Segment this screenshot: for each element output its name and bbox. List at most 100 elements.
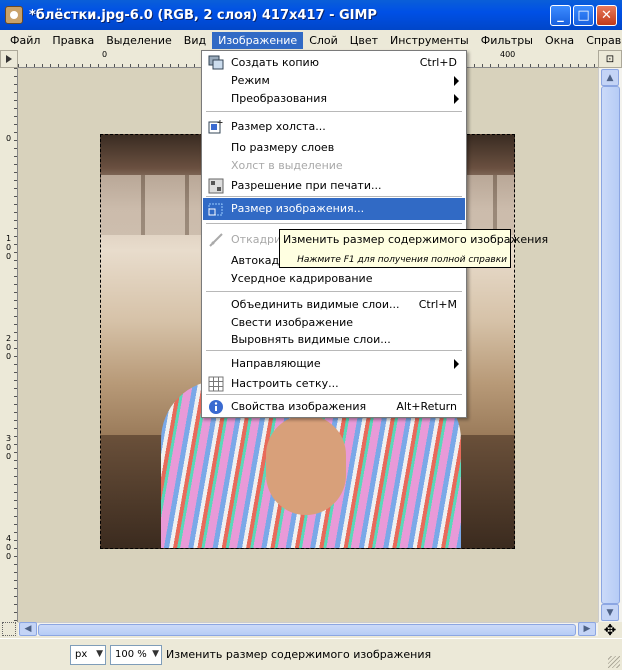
- menu-separator: [206, 350, 462, 351]
- menu-item-label: Размер изображения...: [231, 202, 365, 215]
- menu-item-label: Объединить видимые слои...: [231, 298, 400, 311]
- menu-item-print-size[interactable]: Разрешение при печати...: [203, 177, 465, 195]
- window-title: *блёстки.jpg-6.0 (RGB, 2 слоя) 417x417 -…: [29, 7, 377, 23]
- image-child-hands: [266, 415, 346, 515]
- menu-item-shortcut: Alt+Return: [396, 400, 457, 413]
- menu-help[interactable]: Справка: [580, 32, 622, 49]
- tooltip-text: Изменить размер содержимого изображения: [283, 233, 549, 246]
- menu-image[interactable]: Изображение: [212, 31, 304, 49]
- resize-grip[interactable]: [608, 656, 620, 668]
- ruler-corner-menu-button[interactable]: [0, 50, 18, 68]
- menu-item-label: Свойства изображения: [231, 400, 367, 413]
- menu-separator: [206, 291, 462, 292]
- scroll-down-arrow-icon[interactable]: ▼: [601, 604, 619, 621]
- menu-item-label: Свести изображение: [231, 316, 354, 329]
- menu-filters[interactable]: Фильтры: [475, 32, 539, 49]
- vruler-label-100: 100: [6, 234, 12, 261]
- hruler-label-400: 400: [500, 50, 516, 59]
- vruler-label-200: 200: [6, 334, 12, 361]
- status-bar: px ▼ 100 % ▼ Изменить размер содержимого…: [0, 638, 622, 670]
- info-icon: [209, 400, 223, 414]
- menu-item-shortcut: Ctrl+M: [418, 298, 457, 311]
- vruler-label-300: 300: [6, 434, 12, 461]
- menu-colors[interactable]: Цвет: [344, 32, 384, 49]
- hruler-label-0: 0: [102, 50, 108, 59]
- menu-item-label: Размер холста...: [231, 120, 326, 133]
- gimp-app-icon[interactable]: [5, 6, 23, 24]
- menu-item-label: Выровнять видимые слои...: [231, 333, 391, 346]
- scale-image-icon: [208, 203, 223, 216]
- unit-select[interactable]: px ▼: [70, 645, 106, 665]
- menu-item-transform[interactable]: Преобразования: [203, 90, 465, 108]
- chevron-down-icon: ▼: [152, 649, 159, 659]
- vertical-scrollbar[interactable]: ▲ ▼: [598, 68, 622, 622]
- menu-separator: [206, 196, 462, 197]
- horizontal-scroll-thumb[interactable]: [38, 624, 576, 636]
- scroll-right-arrow-icon[interactable]: ▶: [578, 622, 596, 636]
- menu-item-merge-visible-layers[interactable]: Объединить видимые слои... Ctrl+M: [203, 296, 465, 314]
- menu-item-label: По размеру слоев: [231, 141, 335, 154]
- title-bar: *блёстки.jpg-6.0 (RGB, 2 слоя) 417x417 -…: [0, 0, 622, 30]
- submenu-arrow-icon: [454, 94, 459, 104]
- grid-icon: [208, 376, 224, 392]
- zoom-fit-button[interactable]: ⊡: [598, 50, 622, 68]
- menu-item-label: Режим: [231, 74, 270, 87]
- menu-windows[interactable]: Окна: [539, 32, 580, 49]
- tooltip-hint: Нажмите F1 для получения полной справки: [297, 255, 507, 265]
- scroll-up-arrow-icon[interactable]: ▲: [601, 69, 619, 86]
- menu-item-label: Усердное кадрирование: [231, 272, 373, 285]
- vertical-scroll-thumb[interactable]: [601, 86, 620, 604]
- duplicate-icon: [208, 55, 224, 70]
- menu-item-flatten-image[interactable]: Свести изображение: [203, 314, 465, 332]
- menu-edit[interactable]: Правка: [46, 32, 100, 49]
- menu-separator: [206, 394, 462, 395]
- submenu-arrow-icon: [454, 359, 459, 369]
- menu-item-guides[interactable]: Направляющие: [203, 355, 465, 373]
- menu-item-label: Создать копию: [231, 56, 319, 69]
- menu-layer[interactable]: Слой: [303, 32, 344, 49]
- crop-icon: [209, 233, 223, 247]
- menu-item-shortcut: Ctrl+D: [419, 56, 457, 69]
- menu-item-label: Холст в выделение: [231, 159, 343, 172]
- menu-select[interactable]: Выделение: [100, 32, 178, 49]
- navigate-move-icon[interactable]: ✥: [601, 621, 619, 639]
- menu-item-align-visible-layers[interactable]: Выровнять видимые слои...: [203, 331, 465, 349]
- status-message: Изменить размер содержимого изображения: [166, 648, 432, 661]
- unit-value: px: [75, 649, 88, 660]
- menu-item-mode[interactable]: Режим: [203, 72, 465, 90]
- menu-file[interactable]: Файл: [4, 32, 46, 49]
- menu-item-duplicate[interactable]: Создать копию Ctrl+D: [203, 54, 465, 72]
- menu-item-label: Настроить сетку...: [231, 377, 339, 390]
- print-resolution-icon: [208, 178, 224, 194]
- menu-view[interactable]: Вид: [178, 32, 212, 49]
- menu-item-image-properties[interactable]: Свойства изображения Alt+Return: [203, 398, 465, 416]
- maximize-button[interactable]: □: [573, 5, 594, 26]
- menu-item-fit-canvas-to-layers[interactable]: По размеру слоев: [203, 139, 465, 157]
- menubar: Файл Правка Выделение Вид Изображение Сл…: [0, 30, 622, 50]
- chevron-down-icon: ▼: [96, 649, 103, 659]
- horizontal-scrollbar[interactable]: ◀ ▶: [18, 622, 598, 636]
- scroll-left-arrow-icon[interactable]: ◀: [19, 622, 37, 636]
- canvas-size-icon: [208, 120, 223, 134]
- menu-item-scale-image[interactable]: Размер изображения...: [203, 198, 465, 220]
- menu-item-label: Разрешение при печати...: [231, 179, 382, 192]
- close-button[interactable]: ✕: [596, 5, 617, 26]
- menu-tools[interactable]: Инструменты: [384, 32, 475, 49]
- quick-mask-toggle[interactable]: [2, 622, 16, 636]
- vruler-label-0: 0: [6, 134, 12, 143]
- tooltip: Изменить размер содержимого изображения …: [279, 229, 548, 268]
- menu-item-label: Направляющие: [231, 357, 321, 370]
- zoom-value: 100 %: [115, 649, 147, 660]
- zoom-select[interactable]: 100 % ▼: [110, 645, 162, 665]
- menu-item-canvas-to-selection[interactable]: Холст в выделение: [203, 157, 465, 175]
- vertical-ruler[interactable]: 0 100 200 300 400: [0, 68, 18, 622]
- menu-item-zealous-crop[interactable]: Усердное кадрирование: [203, 270, 465, 288]
- menu-item-label: Преобразования: [231, 92, 328, 105]
- menu-item-canvas-size[interactable]: Размер холста...: [203, 118, 465, 136]
- submenu-arrow-icon: [454, 76, 459, 86]
- minimize-button[interactable]: _: [550, 5, 571, 26]
- menu-separator: [206, 223, 462, 224]
- vruler-label-400: 400: [6, 534, 12, 561]
- menu-item-configure-grid[interactable]: Настроить сетку...: [203, 375, 465, 393]
- menu-separator: [206, 111, 462, 112]
